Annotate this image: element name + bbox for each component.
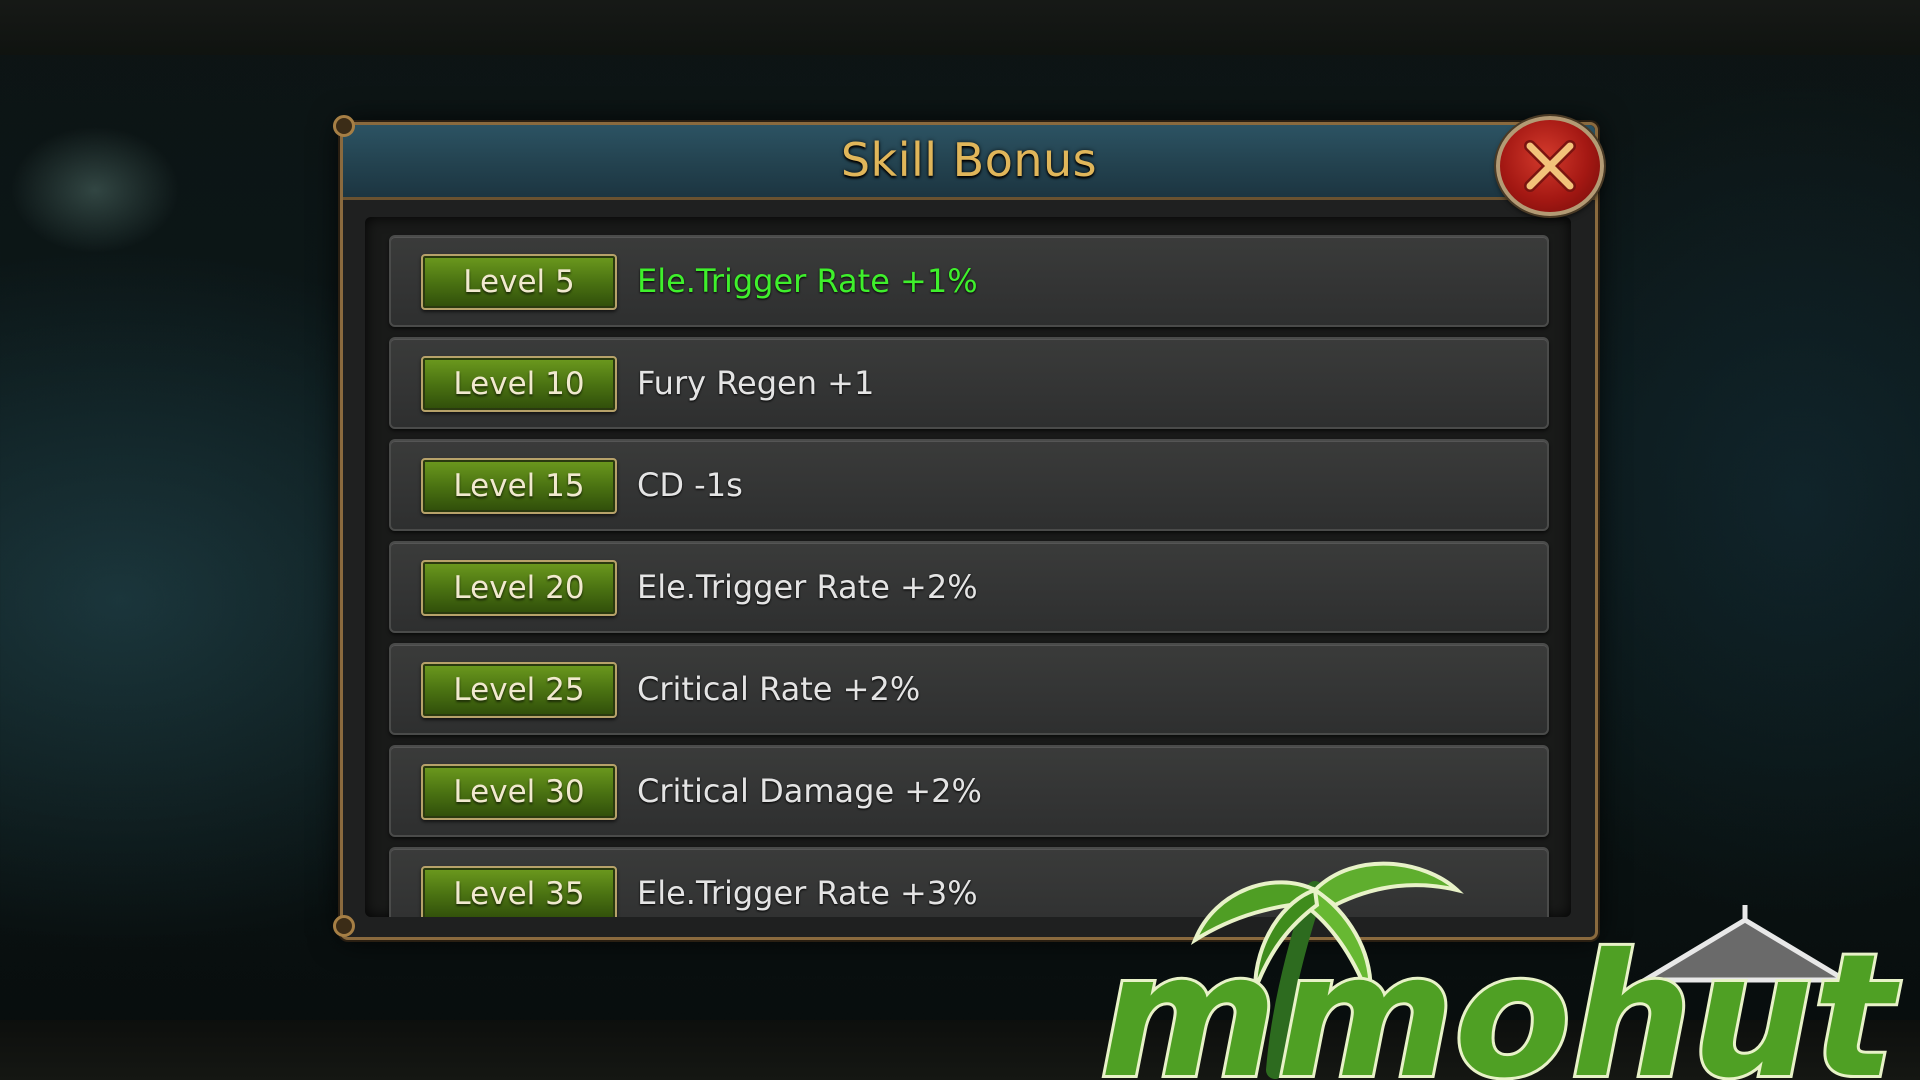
bonus-list: Level 5 Ele.Trigger Rate +1% Level 10 Fu… (389, 235, 1549, 917)
bonus-row: Level 10 Fury Regen +1 (389, 337, 1549, 429)
level-badge: Level 15 (421, 458, 617, 514)
dialog-title-bar: Skill Bonus (343, 125, 1595, 200)
corner-ornament-icon (333, 115, 355, 137)
close-x-icon (1500, 120, 1600, 212)
bonus-row: Level 15 CD -1s (389, 439, 1549, 531)
dialog-title: Skill Bonus (840, 133, 1098, 187)
bonus-text: CD -1s (637, 466, 743, 504)
bonus-text: Critical Rate +2% (637, 670, 921, 708)
level-badge: Level 10 (421, 356, 617, 412)
bonus-row: Level 25 Critical Rate +2% (389, 643, 1549, 735)
close-button[interactable] (1496, 116, 1604, 216)
level-badge: Level 30 (421, 764, 617, 820)
skill-bonus-dialog: Skill Bonus Level 5 Ele.Trigger Rate +1%… (333, 115, 1598, 940)
level-badge: Level 25 (421, 662, 617, 718)
bonus-row: Level 35 Ele.Trigger Rate +3% (389, 847, 1549, 917)
bonus-list-frame[interactable]: Level 5 Ele.Trigger Rate +1% Level 10 Fu… (365, 217, 1571, 917)
bonus-row: Level 20 Ele.Trigger Rate +2% (389, 541, 1549, 633)
level-badge: Level 20 (421, 560, 617, 616)
bonus-text: Ele.Trigger Rate +1% (637, 262, 978, 300)
corner-ornament-icon (333, 915, 355, 937)
background-top-strip (0, 0, 1920, 55)
bonus-row: Level 5 Ele.Trigger Rate +1% (389, 235, 1549, 327)
bonus-text: Fury Regen +1 (637, 364, 875, 402)
level-badge: Level 35 (421, 866, 617, 917)
bonus-text: Ele.Trigger Rate +2% (637, 568, 978, 606)
background-bottom-strip (0, 1020, 1920, 1080)
bonus-row: Level 30 Critical Damage +2% (389, 745, 1549, 837)
bonus-text: Ele.Trigger Rate +3% (637, 874, 978, 912)
bonus-text: Critical Damage +2% (637, 772, 982, 810)
level-badge: Level 5 (421, 254, 617, 310)
